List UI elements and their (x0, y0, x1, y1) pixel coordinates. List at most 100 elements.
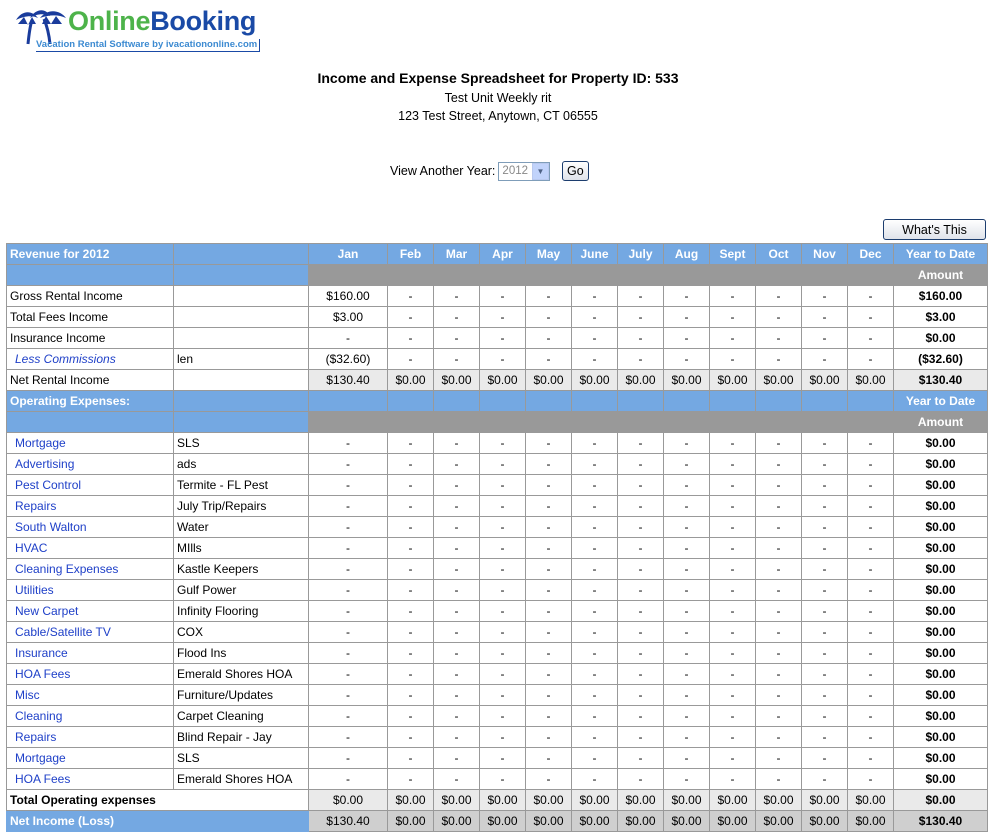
expense-category-link[interactable]: Misc (6, 684, 174, 706)
logo[interactable]: OnlineBooking Vacation Rental Software b… (14, 6, 276, 54)
month-value: - (308, 579, 388, 601)
month-value: - (433, 558, 480, 580)
total-operating-expenses-row: Total Operating expenses $0.00 $0.00 $0.00 $… (6, 789, 988, 811)
expense-category-link[interactable]: HOA Fees (6, 663, 174, 685)
expense-category-link[interactable]: New Carpet (6, 600, 174, 622)
expenses-header-row: Operating Expenses: Year to Date (6, 390, 988, 412)
year-select[interactable]: 2012 ▼ (498, 161, 551, 181)
month-value: - (479, 642, 526, 664)
month-value: - (525, 453, 572, 475)
ytd-value: $0.00 (893, 474, 988, 496)
ytd-value: $0.00 (893, 579, 988, 601)
month-value: - (663, 726, 710, 748)
expense-category-link[interactable]: Cleaning Expenses (6, 558, 174, 580)
subheader-spacer (173, 411, 309, 433)
month-value: - (525, 684, 572, 706)
month-value: - (801, 768, 848, 790)
month-value: - (571, 705, 618, 727)
month-value: $0.00 (801, 810, 848, 832)
month-value: - (755, 705, 802, 727)
expense-category-link[interactable]: Advertising (6, 453, 174, 475)
expense-category-link[interactable]: Mortgage (6, 432, 174, 454)
revenue-row: Less Commissions len ($32.60) - - - - - - - - - - - ($… (6, 348, 988, 370)
month-value: - (847, 726, 894, 748)
month-value: - (617, 516, 664, 538)
month-value: - (663, 306, 710, 328)
month-value: - (663, 663, 710, 685)
expense-note: Emerald Shores HOA (173, 663, 309, 685)
month-value: - (387, 558, 434, 580)
logo-tagline: Vacation Rental Software by ivacationonl… (36, 39, 261, 52)
month-header-jan: Jan (308, 243, 388, 265)
expense-category-link[interactable]: HVAC (6, 537, 174, 559)
expense-category-link[interactable]: Cable/Satellite TV (6, 621, 174, 643)
go-button[interactable]: Go (562, 161, 589, 181)
subheader-cell (525, 411, 572, 433)
month-value: - (387, 705, 434, 727)
month-value: - (433, 285, 480, 307)
brand-booking: Booking (150, 6, 257, 36)
ytd-value: $130.40 (893, 810, 988, 832)
ytd-value: $160.00 (893, 285, 988, 307)
month-value: - (617, 558, 664, 580)
expense-category-link[interactable]: Mortgage (6, 747, 174, 769)
month-value: - (308, 495, 388, 517)
month-value: - (525, 537, 572, 559)
expense-note: Termite - FL Pest (173, 474, 309, 496)
expense-category-link[interactable]: HOA Fees (6, 768, 174, 790)
month-value: - (571, 558, 618, 580)
month-value: - (801, 453, 848, 475)
header-spacer (433, 390, 480, 412)
expense-category-link[interactable]: Utilities (6, 579, 174, 601)
month-value: - (433, 453, 480, 475)
month-value: - (617, 537, 664, 559)
month-value: - (387, 663, 434, 685)
expense-note: SLS (173, 747, 309, 769)
month-header-apr: Apr (479, 243, 526, 265)
month-value: - (801, 348, 848, 370)
header-spacer (847, 390, 894, 412)
month-value: - (755, 663, 802, 685)
property-address: 123 Test Street, Anytown, CT 06555 (398, 109, 598, 123)
expense-category-link[interactable]: Repairs (6, 495, 174, 517)
month-value: - (479, 558, 526, 580)
month-value: - (525, 327, 572, 349)
month-value: - (433, 600, 480, 622)
month-value: - (308, 537, 388, 559)
expense-note: ads (173, 453, 309, 475)
expense-category-link[interactable]: Repairs (6, 726, 174, 748)
month-value: $0.00 (308, 789, 388, 811)
month-value: $0.00 (387, 369, 434, 391)
month-value: - (433, 474, 480, 496)
month-value: - (755, 642, 802, 664)
month-value: - (801, 432, 848, 454)
expense-category-link[interactable]: South Walton (6, 516, 174, 538)
month-value: - (617, 768, 664, 790)
expense-category-link[interactable]: Pest Control (6, 474, 174, 496)
month-value: $0.00 (433, 369, 480, 391)
subheader-cell (617, 411, 664, 433)
month-value: - (847, 453, 894, 475)
month-value: - (525, 348, 572, 370)
revenue-link[interactable]: Less Commissions (6, 348, 174, 370)
month-header-dec: Dec (847, 243, 894, 265)
expense-category-link[interactable]: Cleaning (6, 705, 174, 727)
month-value: - (801, 747, 848, 769)
subheader-spacer (6, 264, 174, 286)
month-value: - (663, 453, 710, 475)
month-value: $0.00 (617, 789, 664, 811)
month-value: - (755, 537, 802, 559)
month-value: - (755, 432, 802, 454)
ytd-value: $0.00 (893, 432, 988, 454)
subheader-cell (571, 264, 618, 286)
expense-category-link[interactable]: Insurance (6, 642, 174, 664)
month-value: - (479, 516, 526, 538)
expense-row: Utilities Gulf Power - - - - - - - - - - - - $0.00 (6, 579, 988, 601)
month-value: - (663, 747, 710, 769)
chevron-down-icon[interactable]: ▼ (532, 162, 550, 180)
whats-this-button[interactable]: What's This (883, 219, 986, 240)
month-value: - (755, 558, 802, 580)
month-value: - (308, 474, 388, 496)
header-spacer (479, 390, 526, 412)
expenses-subheader-row: Amount (6, 411, 988, 433)
